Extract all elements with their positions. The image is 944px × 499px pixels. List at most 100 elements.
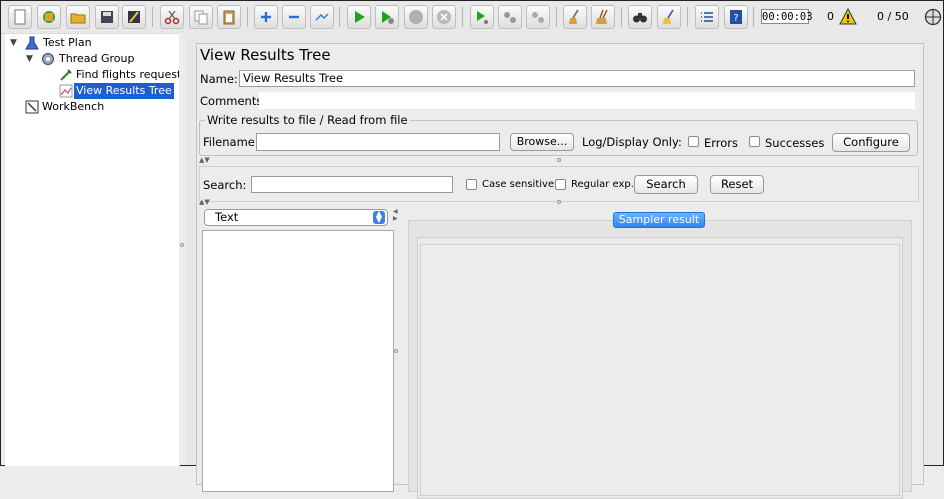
copy-button[interactable] <box>189 5 213 29</box>
start-button[interactable] <box>347 5 371 29</box>
view-results-tree-panel: View Results Tree Name: View Results Tre… <box>196 43 924 499</box>
regular-exp-label: Regular exp. <box>571 179 634 190</box>
templates-button[interactable] <box>37 5 61 29</box>
search-button[interactable] <box>628 5 652 29</box>
function-helper-button[interactable] <box>695 5 719 29</box>
list-icon <box>701 12 713 22</box>
errors-label: Errors <box>704 136 739 150</box>
new-document-icon <box>14 9 26 25</box>
renderer-select[interactable]: Text ▲ ▼ <box>204 209 388 226</box>
splitter-handle[interactable] <box>393 349 401 356</box>
plus-icon <box>261 12 271 22</box>
collapse-button[interactable] <box>282 5 306 29</box>
clipboard-icon <box>223 10 235 25</box>
remote-stop-button[interactable] <box>498 5 522 29</box>
splitter-handle[interactable] <box>557 200 561 204</box>
separator <box>687 7 688 27</box>
active-threads: 0 / 50 <box>877 10 909 23</box>
scissors-icon <box>164 10 180 25</box>
splitter-handle[interactable] <box>557 158 561 162</box>
tree-node-view-results-tree[interactable]: View Results Tree <box>74 83 174 99</box>
browse-button[interactable]: Browse... <box>510 133 574 151</box>
help-icon: ? <box>730 10 742 24</box>
splitter-handle-dot[interactable] <box>394 349 398 353</box>
start-no-pauses-button[interactable] <box>375 5 399 29</box>
splitter-handle[interactable] <box>180 243 184 247</box>
separator <box>339 7 340 27</box>
remote-shutdown-icon <box>532 12 544 23</box>
regular-exp-checkbox[interactable] <box>555 179 566 190</box>
clear-button[interactable] <box>563 5 587 29</box>
reset-button[interactable]: Reset <box>710 175 764 194</box>
tab-sampler-result[interactable]: Sampler result <box>613 212 705 228</box>
errors-checkbox[interactable] <box>688 136 699 147</box>
separator <box>462 7 463 27</box>
play-icon <box>355 11 365 23</box>
listener-chart-icon <box>59 84 73 98</box>
edit-icon <box>128 11 140 23</box>
open-button[interactable] <box>66 5 90 29</box>
test-plan-tree[interactable]: ▼ Test Plan ▼ Thread Group Find flights … <box>5 33 181 466</box>
tree-node-test-plan[interactable]: Test Plan <box>43 35 92 51</box>
save-screenshot-button[interactable] <box>122 5 146 29</box>
tree-node-thread-group[interactable]: Thread Group <box>59 51 134 67</box>
remote-engine-icon[interactable] <box>924 8 942 26</box>
vertical-splitter[interactable] <box>179 33 185 465</box>
expand-button[interactable] <box>254 5 278 29</box>
expand-triangle-icon[interactable]: ▼ <box>26 54 36 64</box>
results-list[interactable] <box>202 230 394 492</box>
filename-input[interactable] <box>256 133 500 151</box>
filename-label: Filename <box>203 135 255 149</box>
configure-button[interactable]: Configure <box>832 133 910 152</box>
help-button[interactable]: ? <box>724 5 748 29</box>
workbench-icon <box>25 100 39 114</box>
separator <box>556 7 557 27</box>
search-label: Search: <box>203 178 247 192</box>
elapsed-timer: 00:00:03 <box>761 9 813 24</box>
remote-shutdown-button[interactable] <box>526 5 550 29</box>
horizontal-splitter-top[interactable]: ▲▼ <box>199 157 917 164</box>
sampler-result-content <box>417 237 903 499</box>
clear-all-button[interactable] <box>591 5 615 29</box>
expand-triangle-icon[interactable]: ▼ <box>10 38 20 48</box>
separator <box>152 7 153 27</box>
vertical-splitter-results[interactable]: ◀ ▶ <box>393 208 401 222</box>
toggle-button[interactable] <box>310 5 334 29</box>
name-field[interactable]: View Results Tree <box>239 70 915 87</box>
case-sensitive-checkbox[interactable] <box>466 179 477 190</box>
reset-search-button[interactable] <box>657 5 681 29</box>
result-text-area[interactable] <box>420 244 900 496</box>
name-label: Name: <box>200 72 238 86</box>
remote-start-button[interactable] <box>470 5 494 29</box>
binoculars-icon <box>633 13 647 23</box>
search-input[interactable] <box>251 176 453 193</box>
open-folder-icon <box>70 13 86 24</box>
write-results-group: Write results to file / Read from file F… <box>199 113 918 156</box>
cut-button[interactable] <box>160 5 184 29</box>
jmeter-window: ? 00:00:03 0 0 / 50 ▼ Test Plan ▼ Thread… <box>0 0 944 499</box>
test-plan-icon <box>25 36 39 50</box>
play-no-pause-icon <box>382 11 394 24</box>
new-button[interactable] <box>8 5 32 29</box>
successes-checkbox[interactable] <box>749 136 760 147</box>
save-button[interactable] <box>95 5 119 29</box>
search-submit-button[interactable]: Search <box>634 175 698 194</box>
shutdown-button[interactable] <box>432 5 456 29</box>
warning-icon[interactable] <box>839 8 857 26</box>
separator <box>753 7 754 27</box>
svg-text:?: ? <box>733 13 738 24</box>
log-display-only-label: Log/Display Only: <box>582 135 682 149</box>
successes-label: Successes <box>765 136 825 150</box>
paste-button[interactable] <box>217 5 241 29</box>
stop-button[interactable] <box>404 5 428 29</box>
tree-node-workbench[interactable]: WorkBench <box>42 99 104 115</box>
main-panel: View Results Tree Name: View Results Tre… <box>186 33 943 499</box>
thread-group-gear-icon <box>42 53 54 65</box>
stop-icon <box>409 10 423 24</box>
tree-node-find-flights-request[interactable]: Find flights request <box>76 67 181 83</box>
comments-field[interactable] <box>259 92 915 109</box>
broom-icon <box>569 9 579 24</box>
broom-search-icon <box>663 9 674 24</box>
copy-icon <box>194 10 208 25</box>
horizontal-splitter-bottom[interactable]: ▲▼ <box>199 199 917 206</box>
